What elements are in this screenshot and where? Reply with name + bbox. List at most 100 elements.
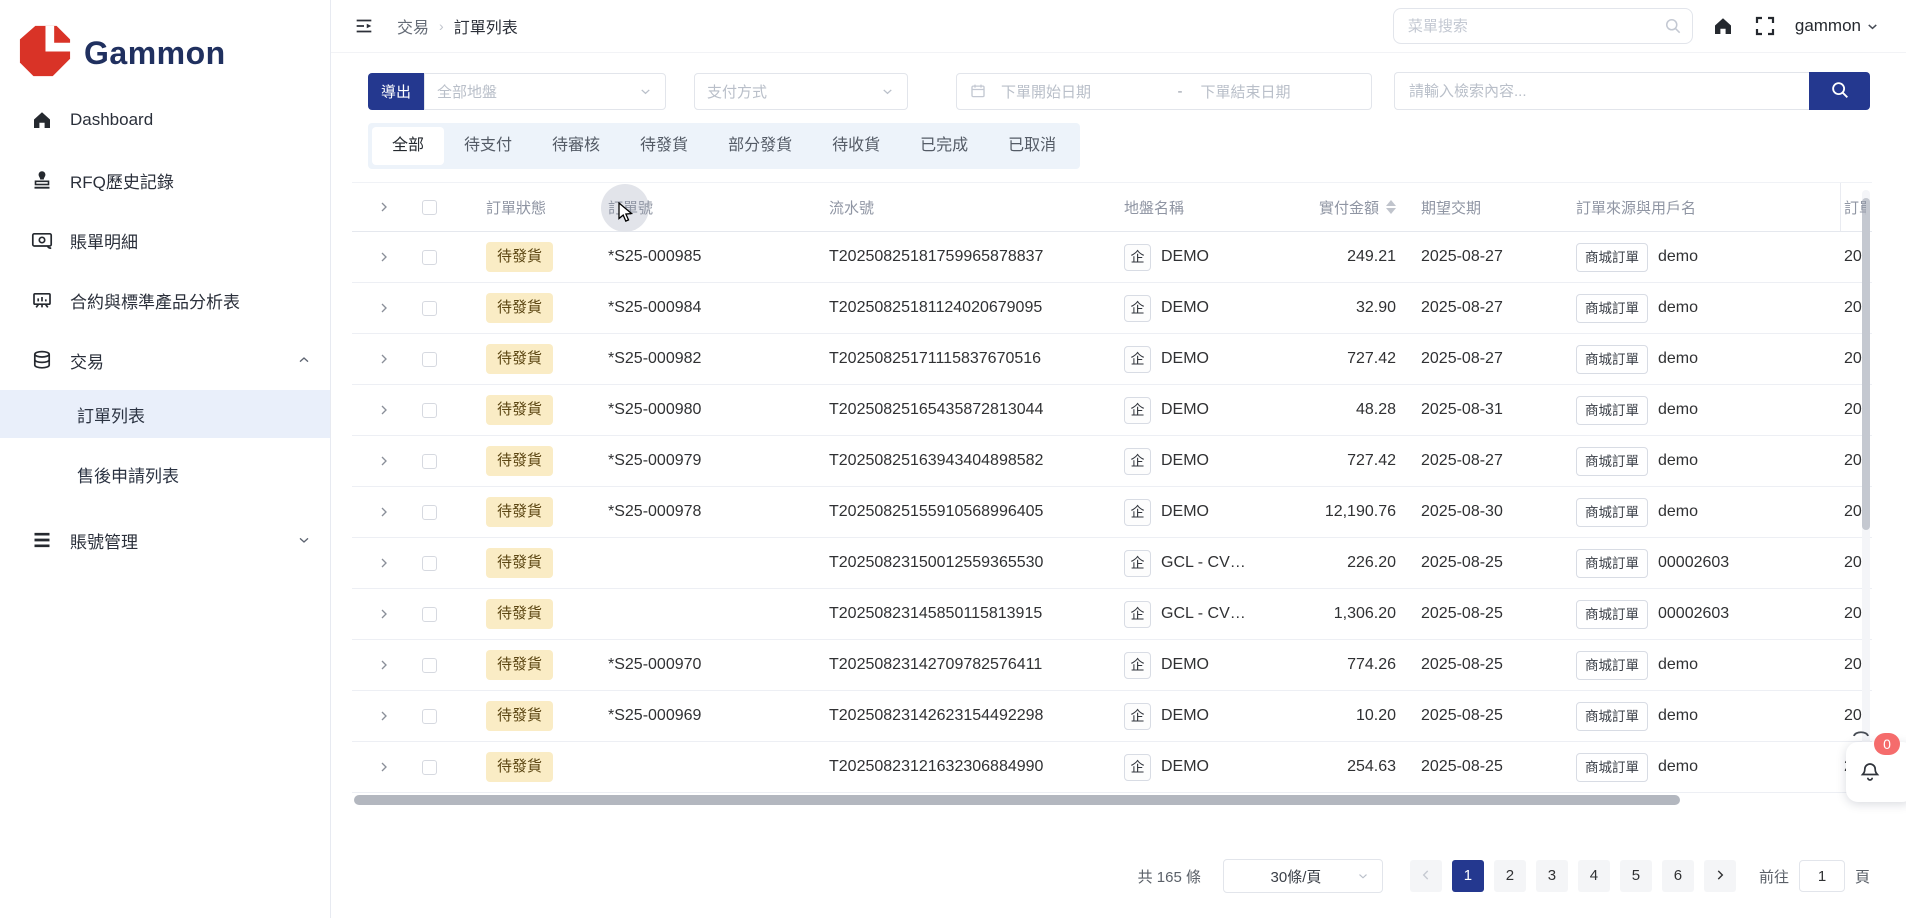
tab-1[interactable]: 待支付 <box>444 127 532 165</box>
serial-no-cell: T20250825163943404898582 <box>829 452 1044 469</box>
row-checkbox[interactable] <box>422 232 442 282</box>
payment-method-select[interactable]: 支付方式 <box>694 72 909 110</box>
tab-4[interactable]: 部分發貨 <box>708 127 812 165</box>
order-source-cell: 商城訂單 demo <box>1576 334 1838 384</box>
menu-search <box>1392 8 1693 44</box>
vertical-scrollbar-thumb[interactable] <box>1862 198 1870 530</box>
sidebar-collapse-icon[interactable] <box>353 15 375 37</box>
page-button-6[interactable]: 6 <box>1661 860 1694 892</box>
horizontal-scrollbar[interactable] <box>354 795 1680 805</box>
page-button-2[interactable]: 2 <box>1493 860 1526 892</box>
page-number-list: 123456 <box>1447 860 1699 892</box>
gammon-logo-icon <box>18 24 72 83</box>
expected-date-cell: 2025-08-25 <box>1421 605 1503 622</box>
user-menu[interactable]: gammon <box>1795 16 1880 36</box>
row-checkbox[interactable] <box>422 742 442 792</box>
source-tag: 商城訂單 <box>1576 497 1648 527</box>
goto-page-input[interactable] <box>1798 860 1845 892</box>
order-no-cell: *S25-000979 <box>608 452 702 469</box>
row-expand-icon[interactable] <box>376 436 396 486</box>
chevron-up-icon <box>296 352 312 368</box>
status-badge: 待發貨 <box>486 497 554 527</box>
search-button[interactable] <box>1809 72 1870 110</box>
expand-all-icon[interactable] <box>376 183 396 231</box>
header-order-no[interactable]: 訂單號 <box>608 183 828 231</box>
sidebar-subitem-label: 訂單列表 <box>77 406 145 426</box>
row-expand-icon[interactable] <box>376 691 396 741</box>
row-checkbox[interactable] <box>422 487 442 537</box>
order-date-range-picker[interactable]: 下單開始日期 - 下單結束日期 <box>956 72 1373 110</box>
page-button-3[interactable]: 3 <box>1535 860 1568 892</box>
bell-icon[interactable] <box>1858 760 1882 784</box>
page-button-1[interactable]: 1 <box>1451 860 1484 892</box>
site-cell: 企 GCL - CV… <box>1124 538 1284 588</box>
tab-0[interactable]: 全部 <box>372 127 445 165</box>
menu-search-input[interactable] <box>1392 8 1693 44</box>
site-name: DEMO <box>1161 503 1209 520</box>
tab-2[interactable]: 待審核 <box>532 127 620 165</box>
notification-widget[interactable]: 0 <box>1846 733 1906 802</box>
site-select[interactable]: 全部地盤 <box>424 72 667 110</box>
sidebar-item-3[interactable]: 合約與標準產品分析表 <box>0 270 330 330</box>
home-icon[interactable] <box>1711 14 1735 38</box>
order-no-cell <box>608 538 828 588</box>
row-checkbox[interactable] <box>422 334 442 384</box>
fullscreen-icon[interactable] <box>1753 14 1777 38</box>
sidebar-item-1[interactable]: RFQ歷史記錄 <box>0 150 330 210</box>
expected-date-cell: 2025-08-25 <box>1421 707 1503 724</box>
row-expand-icon[interactable] <box>376 640 396 690</box>
row-expand-icon[interactable] <box>376 742 396 792</box>
sidebar-item-5[interactable]: 賬號管理 <box>0 510 330 570</box>
page-size-select[interactable]: 30條/頁 <box>1222 859 1383 893</box>
sidebar-subitem-4-1[interactable]: 售後申請列表 <box>0 450 330 498</box>
chevron-down-icon <box>880 84 895 99</box>
sidebar-item-4[interactable]: 交易 <box>0 330 330 390</box>
page-button-4[interactable]: 4 <box>1577 860 1610 892</box>
source-tag: 商城訂單 <box>1576 242 1648 272</box>
header-paid-amount[interactable]: 實付金額 <box>1214 183 1396 231</box>
select-all-checkbox[interactable] <box>422 183 442 231</box>
tab-6[interactable]: 已完成 <box>900 127 988 165</box>
row-checkbox[interactable] <box>422 538 442 588</box>
site-cell: 企 DEMO <box>1124 487 1284 537</box>
enterprise-tag: 企 <box>1124 600 1151 628</box>
tab-5[interactable]: 待收貨 <box>812 127 900 165</box>
pagination: 共 165 條 30條/頁 123456 前往 頁 <box>1138 858 1870 894</box>
row-checkbox[interactable] <box>422 385 442 435</box>
sidebar-item-2[interactable]: 賬單明細 <box>0 210 330 270</box>
row-checkbox[interactable] <box>422 436 442 486</box>
table-row: 待發貨 *S25-000980 T20250825165435872813044 企 D… <box>352 385 1872 436</box>
site-cell: 企 DEMO <box>1124 283 1284 333</box>
row-expand-icon[interactable] <box>376 283 396 333</box>
row-checkbox[interactable] <box>422 691 442 741</box>
row-expand-icon[interactable] <box>376 334 396 384</box>
breadcrumb: 交易 › 訂單列表 <box>397 14 518 38</box>
sidebar-item-0[interactable]: Dashboard <box>0 90 330 150</box>
row-expand-icon[interactable] <box>376 385 396 435</box>
tab-7[interactable]: 已取消 <box>988 127 1076 165</box>
sidebar-subitem-4-0[interactable]: 訂單列表 <box>0 390 330 438</box>
keyword-search-input[interactable] <box>1394 72 1809 110</box>
row-expand-icon[interactable] <box>376 538 396 588</box>
row-checkbox[interactable] <box>422 640 442 690</box>
site-name: DEMO <box>1161 707 1209 724</box>
row-expand-icon[interactable] <box>376 589 396 639</box>
site-name: DEMO <box>1161 452 1209 469</box>
row-expand-icon[interactable] <box>376 232 396 282</box>
order-no-cell: *S25-000970 <box>608 656 702 673</box>
sort-icon[interactable] <box>1386 200 1396 214</box>
row-checkbox[interactable] <box>422 589 442 639</box>
tab-3[interactable]: 待發貨 <box>620 127 708 165</box>
table-row: 待發貨 *S25-000969 T20250823142623154492298 企 D… <box>352 691 1872 742</box>
prev-page-button[interactable] <box>1409 860 1442 892</box>
expected-date-cell: 2025-08-27 <box>1421 299 1503 316</box>
row-checkbox[interactable] <box>422 283 442 333</box>
page-button-5[interactable]: 5 <box>1619 860 1652 892</box>
chevron-down-icon <box>638 84 653 99</box>
topbar: 交易 › 訂單列表 gammon <box>331 0 1906 53</box>
breadcrumb-section[interactable]: 交易 <box>397 14 429 38</box>
export-button[interactable]: 導出 <box>368 72 425 110</box>
next-page-button[interactable] <box>1703 860 1736 892</box>
table-row: 待發貨 *S25-000970 T20250823142709782576411 企 D… <box>352 640 1872 691</box>
row-expand-icon[interactable] <box>376 487 396 537</box>
